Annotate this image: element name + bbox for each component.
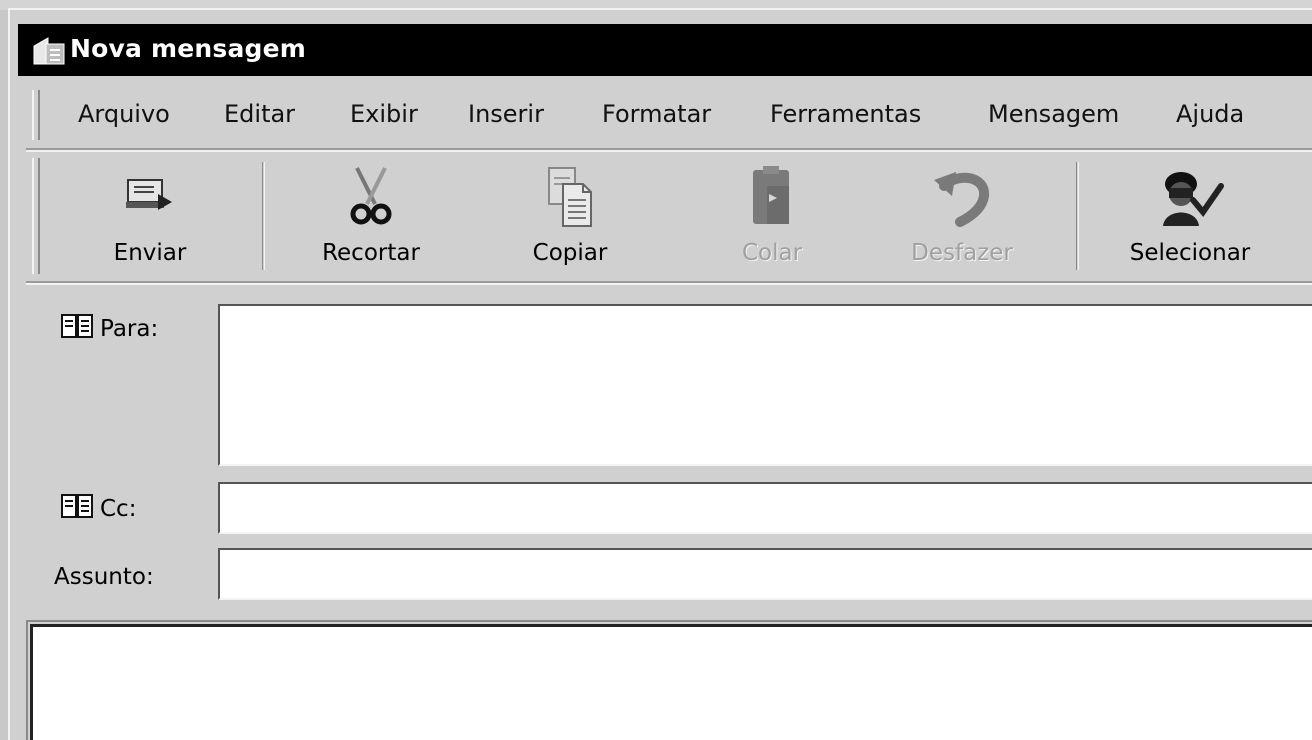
cc-field[interactable] <box>218 482 1312 534</box>
subject-field[interactable] <box>218 548 1312 600</box>
select-recipients-icon <box>1155 164 1225 234</box>
cut-button[interactable]: Recortar <box>302 152 440 280</box>
menu-ajuda[interactable]: Ajuda <box>1176 100 1244 128</box>
menu-mensagem[interactable]: Mensagem <box>988 100 1119 128</box>
menu-inserir[interactable]: Inserir <box>468 100 544 128</box>
toolbar: Enviar Recortar Copiar Colar Desfazer Se… <box>26 150 1312 282</box>
menu-bar: Arquivo Editar Exibir Inserir Formatar F… <box>26 82 1312 150</box>
undo-label: Desfazer <box>911 240 1013 266</box>
address-book-icon <box>60 312 94 346</box>
send-icon <box>124 174 176 218</box>
send-button[interactable]: Enviar <box>84 152 216 280</box>
address-book-icon <box>60 492 94 526</box>
select-recipients-label: Selecionar <box>1129 240 1251 266</box>
menu-ferramentas[interactable]: Ferramentas <box>770 100 921 128</box>
cc-label-button[interactable]: Cc: <box>60 492 136 526</box>
send-label: Enviar <box>113 240 187 266</box>
copy-button[interactable]: Copiar <box>510 152 630 280</box>
panel-separator <box>26 281 1312 285</box>
menu-editar[interactable]: Editar <box>224 100 295 128</box>
to-field[interactable] <box>218 304 1312 466</box>
cc-label: Cc: <box>100 496 137 522</box>
paste-button[interactable]: Colar <box>712 152 832 280</box>
copy-icon <box>545 164 595 234</box>
message-body[interactable] <box>30 624 1312 740</box>
menu-arquivo[interactable]: Arquivo <box>78 100 170 128</box>
undo-icon <box>930 164 994 232</box>
paste-icon <box>747 164 797 234</box>
select-recipients-button[interactable]: Selecionar <box>1110 152 1270 280</box>
subject-label: Assunto: <box>54 564 154 590</box>
toolbar-grip[interactable] <box>32 158 40 274</box>
menubar-grip[interactable] <box>32 90 40 140</box>
to-label: Para: <box>100 316 159 342</box>
menu-exibir[interactable]: Exibir <box>350 100 418 128</box>
copy-label: Copiar <box>532 240 608 266</box>
scissors-icon <box>349 164 393 232</box>
toolbar-separator <box>262 162 265 270</box>
toolbar-separator <box>1076 162 1079 270</box>
paste-label: Colar <box>741 240 803 266</box>
to-label-button[interactable]: Para: <box>60 312 158 346</box>
menu-formatar[interactable]: Formatar <box>602 100 711 128</box>
title-bar[interactable]: Nova mensagem <box>18 24 1312 76</box>
cut-label: Recortar <box>322 240 420 266</box>
window-title: Nova mensagem <box>70 34 307 63</box>
undo-button[interactable]: Desfazer <box>892 152 1032 280</box>
new-message-icon <box>32 34 66 66</box>
